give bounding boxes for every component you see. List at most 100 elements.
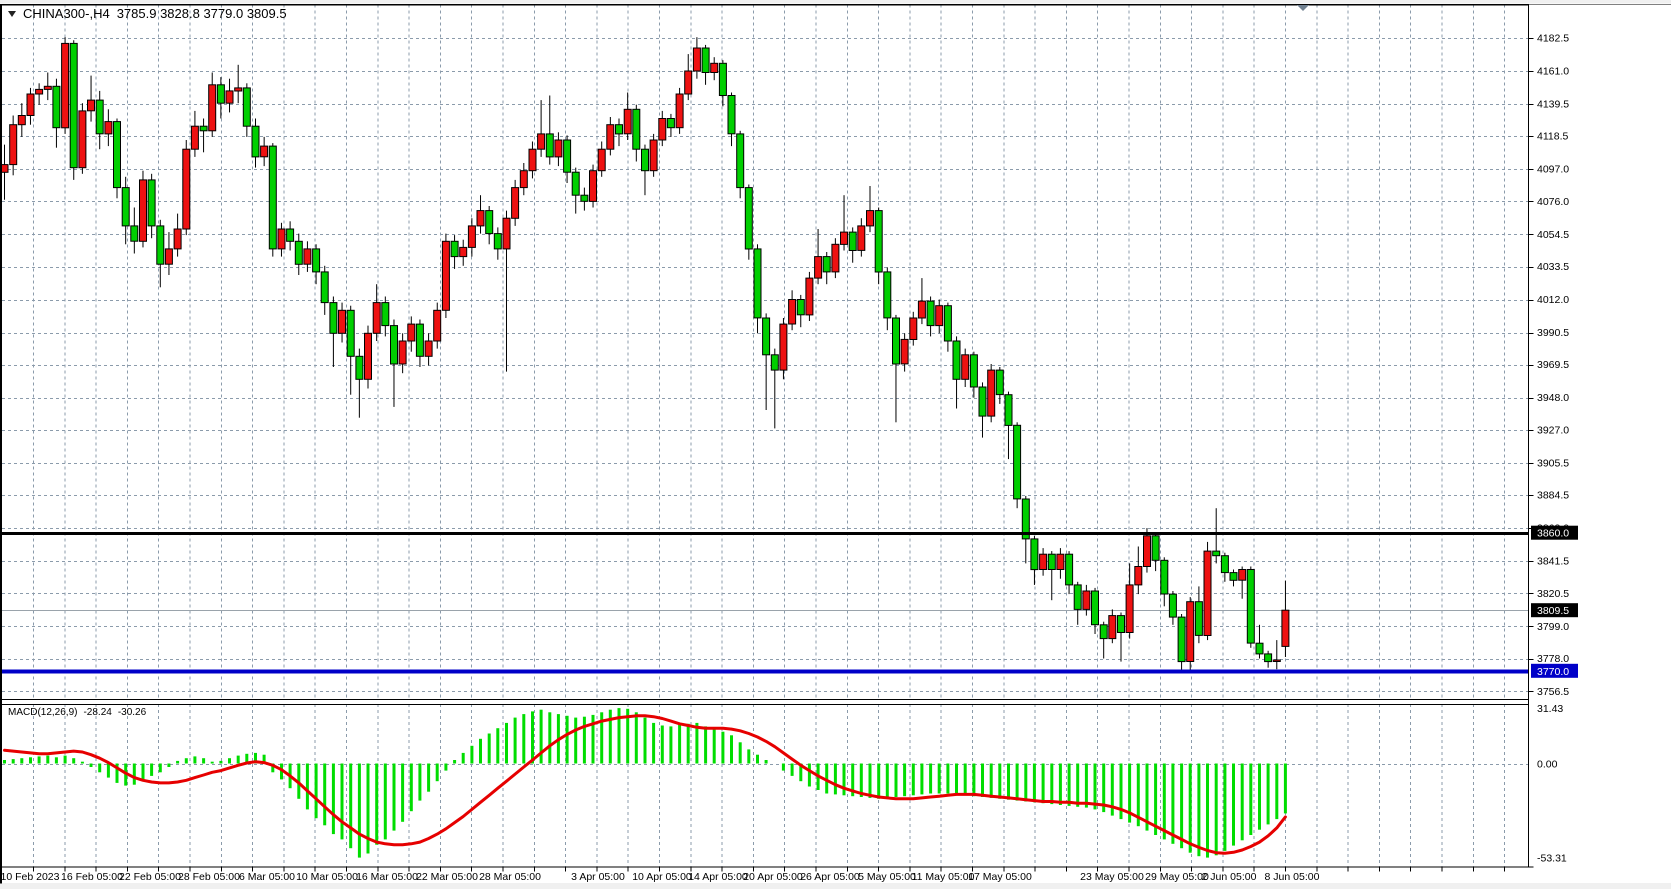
candle-bearish [200, 126, 207, 131]
time-axis-label: 22 Mar 05:00 [416, 871, 478, 883]
macd-histogram-bar [713, 728, 716, 763]
symbol-period-label: CHINA300-,H4 [23, 6, 110, 21]
candle-bearish [313, 249, 320, 272]
candle-bearish [1152, 536, 1159, 561]
candle-bullish [1187, 602, 1194, 662]
candle-bullish [1126, 585, 1133, 633]
candle-bullish [36, 89, 43, 94]
macd-histogram-bar [159, 764, 162, 773]
price-axis-label: 3884.5 [1537, 490, 1569, 502]
candle-bullish [607, 125, 614, 150]
candle-bearish [347, 310, 354, 356]
macd-histogram-bar [739, 742, 742, 763]
candle-bearish [356, 356, 363, 379]
macd-histogram-bar [514, 718, 517, 764]
macd-histogram-bar [1085, 764, 1088, 808]
candle-bullish [936, 306, 943, 326]
macd-histogram-bar [946, 764, 949, 794]
candle-bullish [1239, 570, 1246, 581]
candle-bearish [1031, 539, 1038, 570]
macd-histogram-bar [1076, 764, 1079, 807]
macd-histogram-bar [791, 764, 794, 776]
macd-histogram-bar [219, 761, 222, 764]
price-badge-label: 3860.0 [1537, 528, 1569, 540]
macd-histogram-bar [29, 757, 32, 763]
macd-histogram-bar [150, 764, 153, 776]
candle-bullish [841, 232, 848, 244]
candle-bullish [1083, 591, 1090, 609]
candle-bearish [667, 119, 674, 128]
macd-histogram-bar [496, 728, 499, 763]
macd-histogram-bar [531, 711, 534, 763]
macd-histogram-bar [1241, 764, 1244, 841]
macd-histogram-bar [1215, 764, 1218, 856]
time-axis-label: 11 May 05:00 [912, 871, 975, 883]
candle-bearish [771, 355, 778, 370]
macd-histogram-bar [808, 764, 811, 787]
candle-bullish [918, 301, 925, 318]
candle-bearish [217, 85, 224, 103]
candle-bearish [1178, 617, 1185, 662]
macd-histogram-bar [730, 735, 733, 763]
time-axis-label: 10 Mar 05:00 [296, 871, 358, 883]
candle-bullish [659, 119, 666, 141]
candle-bullish [867, 211, 874, 226]
candle-bullish [1057, 554, 1064, 569]
macd-histogram-bar [1033, 764, 1036, 803]
candle-bearish [1221, 556, 1228, 573]
time-axis-label: 23 May 05:00 [1080, 871, 1144, 883]
macd-histogram-bar [72, 758, 75, 763]
macd-histogram-bar [1232, 764, 1235, 846]
candle-bearish [581, 195, 588, 201]
macd-histogram-bar [12, 759, 15, 763]
macd-histogram-bar [1059, 764, 1062, 806]
macd-histogram-bar [470, 746, 473, 764]
macd-histogram-bar [903, 764, 906, 797]
macd-histogram-bar [479, 739, 482, 764]
macd-histogram-bar [323, 764, 326, 826]
candle-bullish [105, 122, 112, 134]
macd-histogram-bar [990, 764, 993, 798]
chart-surface[interactable]: 4182.54161.04139.54118.54097.04076.04054… [0, 0, 1671, 889]
macd-histogram-bar [306, 764, 309, 810]
price-axis-label: 3990.5 [1537, 327, 1569, 339]
macd-histogram-bar [1024, 764, 1027, 802]
candle-bearish [494, 234, 501, 249]
macd-histogram-bar [315, 764, 318, 819]
candle-bearish [979, 387, 986, 416]
macd-histogram-bar [1275, 764, 1278, 820]
price-axis-label: 3841.5 [1537, 556, 1569, 568]
macd-histogram-bar [237, 756, 240, 764]
candle-bullish [278, 229, 285, 249]
macd-histogram-bar [1068, 764, 1071, 806]
macd-indicator-label: MACD(12,26,9) -28.24 -30.26 [8, 707, 146, 718]
price-axis-label: 3799.0 [1537, 621, 1569, 633]
macd-histogram-bar [444, 764, 447, 771]
time-axis-label: 5 May 05:00 [858, 871, 916, 883]
candle-bullish [858, 226, 865, 251]
candle-bearish [996, 370, 1003, 395]
candle-bullish [10, 125, 17, 165]
macd-histogram-bar [358, 764, 361, 858]
macd-histogram-bar [176, 761, 179, 764]
macd-histogram-bar [548, 712, 551, 763]
candle-bearish [148, 180, 155, 226]
candle-bullish [1282, 610, 1289, 646]
macd-histogram-bar [90, 764, 93, 768]
candle-bearish [927, 301, 934, 326]
macd-histogram-bar [998, 764, 1001, 799]
macd-histogram-bar [1189, 764, 1192, 853]
candle-bearish [823, 257, 830, 272]
candle-bullish [538, 134, 545, 149]
candle-bullish [598, 149, 605, 171]
candle-bearish [763, 318, 770, 355]
candle-bullish [780, 324, 787, 370]
candle-bullish [1040, 554, 1047, 569]
candle-bearish [1118, 616, 1125, 633]
frame-top [0, 0, 1671, 4]
candle-bearish [970, 355, 977, 387]
macd-histogram-bar [929, 764, 932, 794]
candle-bullish [693, 48, 700, 71]
candle-bearish [330, 303, 337, 334]
time-axis-label: 10 Feb 2023 [1, 871, 60, 883]
